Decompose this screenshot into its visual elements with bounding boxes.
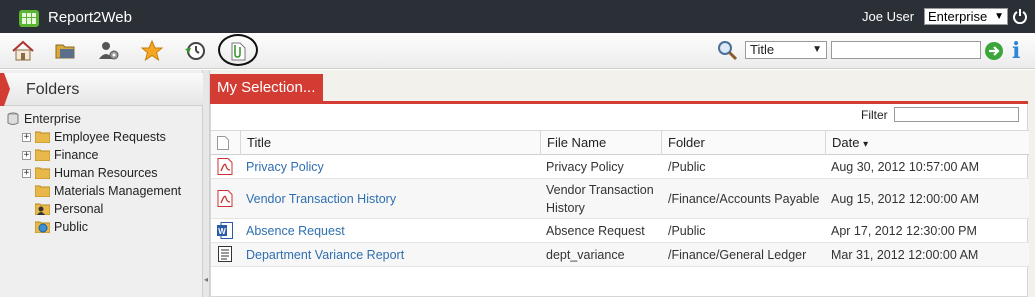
document-icon bbox=[217, 136, 229, 150]
sidebar-item-finance[interactable]: + Finance bbox=[22, 146, 98, 164]
column-date[interactable]: Date ▾ bbox=[825, 131, 1029, 155]
report2web-logo-icon bbox=[19, 10, 39, 27]
search-field-select[interactable]: Title ▼ bbox=[745, 41, 827, 59]
sort-desc-icon: ▾ bbox=[863, 139, 869, 150]
history-icon bbox=[185, 42, 205, 60]
folder-icon bbox=[35, 185, 50, 197]
folders-title: Folders bbox=[26, 81, 80, 98]
folders-icon bbox=[55, 44, 75, 59]
chevron-down-icon: ▼ bbox=[812, 44, 822, 55]
sidebar-item-employee-requests[interactable]: + Employee Requests bbox=[22, 128, 166, 146]
folder-path: /Public bbox=[668, 160, 706, 174]
filter-label: Filter bbox=[861, 108, 888, 122]
table-row[interactable]: W Absence Request Absence Request /Publi… bbox=[211, 219, 1029, 243]
date: Aug 30, 2012 10:57:00 AM bbox=[831, 160, 980, 174]
expand-icon[interactable]: + bbox=[22, 150, 31, 160]
home-button[interactable] bbox=[10, 38, 36, 64]
document-title-link[interactable]: Department Variance Report bbox=[246, 246, 404, 264]
sidebar-item-label: Employee Requests bbox=[54, 130, 166, 144]
main-area: My Selection... Filter Title File Name F… bbox=[210, 70, 1035, 297]
sidebar-item-label: Public bbox=[54, 220, 89, 234]
folders-header: Folders bbox=[0, 73, 203, 106]
collapse-arrow-icon[interactable]: ◂ bbox=[204, 275, 208, 284]
folders-button[interactable] bbox=[53, 38, 79, 64]
pdf-icon bbox=[217, 158, 233, 175]
text-report-icon bbox=[218, 246, 232, 262]
top-bar: Report2Web Joe User Enterprise ▼ bbox=[0, 0, 1035, 33]
sidebar-item-materials-management[interactable]: Materials Management bbox=[35, 182, 181, 200]
document-title-link[interactable]: Privacy Policy bbox=[246, 158, 324, 176]
column-title[interactable]: Title bbox=[240, 131, 540, 155]
search-input[interactable] bbox=[831, 41, 981, 59]
info-icon[interactable]: i bbox=[1012, 38, 1020, 64]
file-name-line2: History bbox=[546, 201, 585, 215]
sidebar-item-personal[interactable]: Personal bbox=[35, 200, 103, 218]
tab-my-selection[interactable]: My Selection... bbox=[210, 74, 324, 102]
sidebar-item-label: Personal bbox=[54, 202, 104, 216]
personal-folder-icon bbox=[35, 203, 50, 215]
history-button[interactable] bbox=[182, 38, 208, 64]
date: Aug 15, 2012 12:00:00 AM bbox=[831, 192, 980, 206]
my-selection-clip-icon bbox=[231, 42, 246, 61]
table-row[interactable]: Department Variance Report dept_variance… bbox=[211, 243, 1029, 267]
folder-path: /Finance/General Ledger bbox=[668, 248, 807, 262]
power-logout-icon[interactable] bbox=[1012, 8, 1028, 24]
environment-select[interactable]: Enterprise ▼ bbox=[924, 8, 1008, 25]
file-name: Absence Request bbox=[546, 224, 645, 238]
sidebar-item-label: Finance bbox=[54, 148, 99, 162]
folders-panel: Folders Enterprise + Employee Requests +… bbox=[0, 70, 203, 297]
folder-icon bbox=[35, 167, 50, 179]
favorites-button[interactable] bbox=[139, 38, 165, 64]
go-arrow-icon[interactable] bbox=[984, 41, 1004, 61]
folder-path: /Finance/Accounts Payable bbox=[668, 192, 820, 206]
filter-input[interactable] bbox=[894, 107, 1019, 122]
tree-root-label: Enterprise bbox=[24, 112, 81, 126]
panel-splitter[interactable]: ◂ bbox=[203, 70, 210, 297]
home-icon bbox=[12, 40, 34, 61]
user-name[interactable]: Joe User bbox=[862, 9, 914, 24]
word-doc-icon: W bbox=[217, 222, 233, 239]
folder-icon bbox=[35, 131, 50, 143]
my-selection-button[interactable] bbox=[225, 38, 251, 64]
document-title-link[interactable]: Absence Request bbox=[246, 222, 345, 240]
date: Mar 31, 2012 12:00:00 AM bbox=[831, 248, 979, 262]
document-title-link[interactable]: Vendor Transaction History bbox=[246, 190, 396, 208]
file-name: Privacy Policy bbox=[546, 160, 624, 174]
search-icon bbox=[718, 41, 738, 61]
toolbar: Title ▼ i bbox=[0, 33, 1035, 69]
column-type[interactable] bbox=[211, 131, 239, 155]
user-settings-icon bbox=[99, 42, 119, 60]
folder-icon bbox=[35, 149, 50, 161]
column-file-name[interactable]: File Name bbox=[540, 131, 661, 155]
file-name-line1: Vendor Transaction bbox=[546, 183, 654, 197]
expand-icon[interactable]: + bbox=[22, 168, 31, 178]
expand-icon[interactable]: + bbox=[22, 132, 31, 142]
sidebar-item-label: Materials Management bbox=[54, 184, 182, 198]
user-settings-button[interactable] bbox=[96, 38, 122, 64]
column-folder[interactable]: Folder bbox=[661, 131, 825, 155]
sidebar-item-public[interactable]: Public bbox=[35, 218, 88, 236]
sidebar-item-label: Human Resources bbox=[54, 166, 158, 180]
app-title: Report2Web bbox=[48, 9, 132, 26]
favorites-star-icon bbox=[140, 39, 164, 62]
table-header: Title File Name Folder Date ▾ bbox=[211, 130, 1029, 155]
file-name: dept_variance bbox=[546, 248, 625, 262]
chevron-down-icon: ▼ bbox=[994, 11, 1004, 22]
date: Apr 17, 2012 12:30:00 PM bbox=[831, 224, 977, 238]
environment-value: Enterprise bbox=[928, 9, 988, 24]
selection-content: Filter Title File Name Folder Date ▾ Pri… bbox=[210, 104, 1029, 297]
sidebar-item-human-resources[interactable]: + Human Resources bbox=[22, 164, 158, 182]
table-row[interactable]: Privacy Policy Privacy Policy /Public Au… bbox=[211, 155, 1029, 179]
column-date-label: Date bbox=[832, 135, 860, 150]
database-icon bbox=[7, 112, 19, 125]
folders-marker-icon bbox=[0, 73, 10, 106]
svg-text:W: W bbox=[218, 227, 226, 236]
tree-root-enterprise[interactable]: Enterprise bbox=[6, 110, 81, 128]
public-folder-icon bbox=[35, 221, 50, 233]
folder-path: /Public bbox=[668, 224, 706, 238]
table-row[interactable]: Vendor Transaction History Vendor Transa… bbox=[211, 179, 1029, 219]
pdf-icon bbox=[217, 190, 233, 207]
search-field-value: Title bbox=[750, 42, 775, 57]
